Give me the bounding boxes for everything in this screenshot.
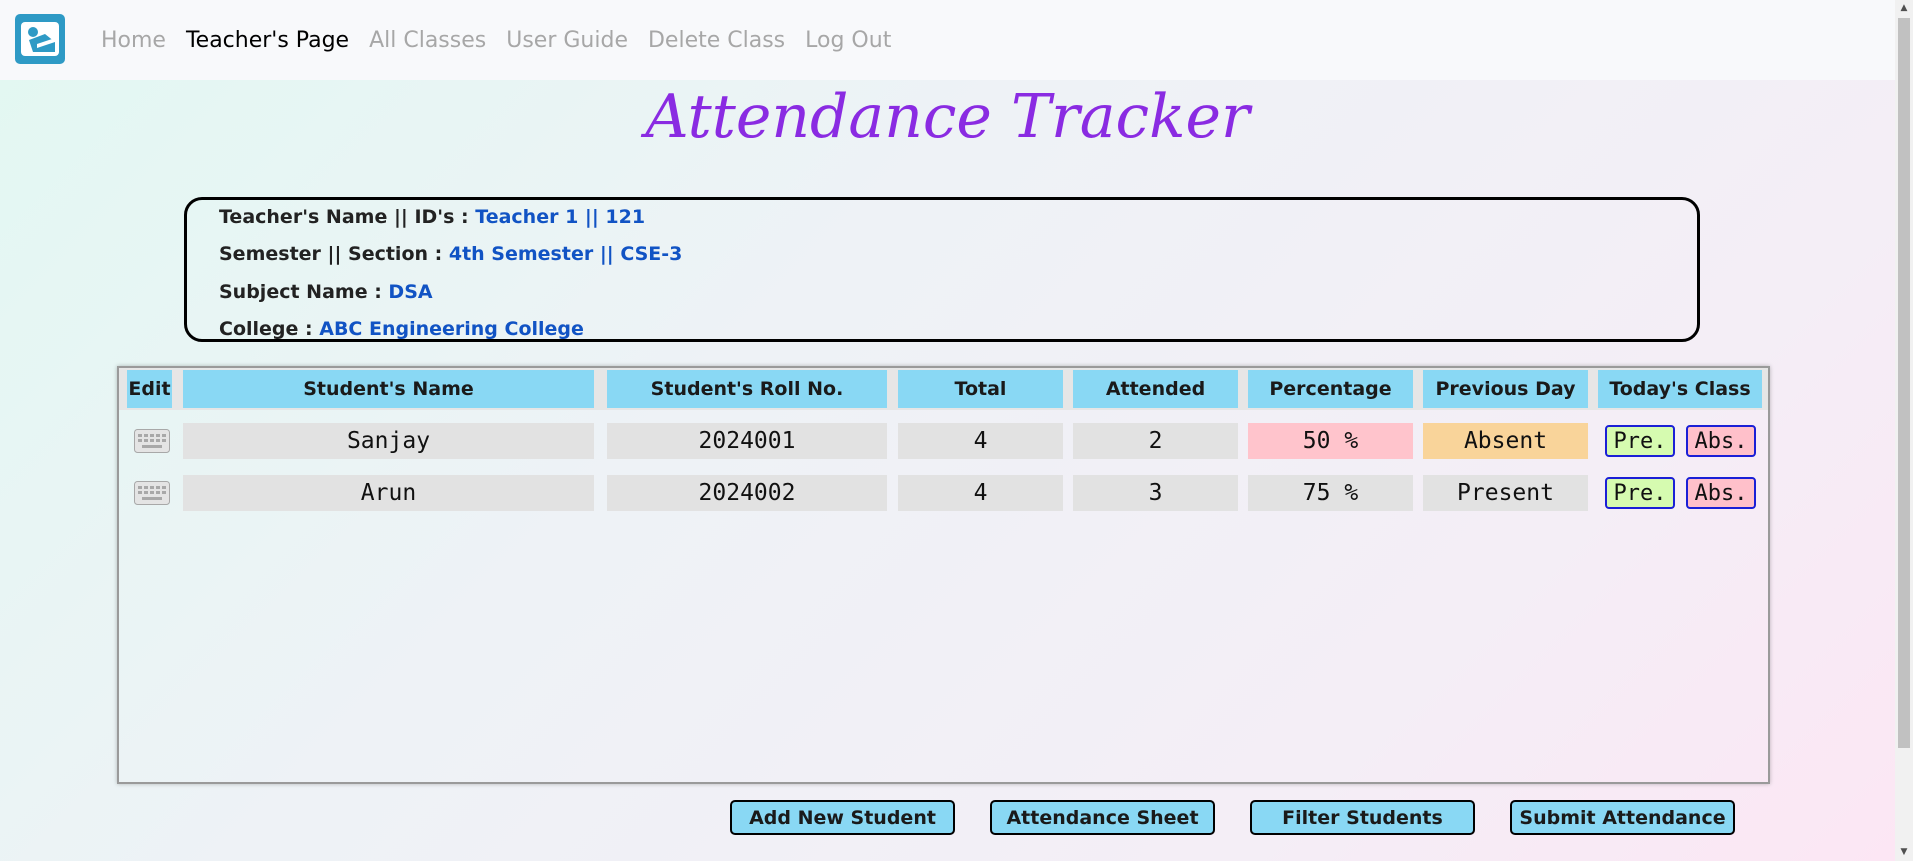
nav-all-classes[interactable]: All Classes: [369, 28, 486, 53]
mark-absent-button[interactable]: Abs.: [1686, 477, 1756, 509]
header-todays-class: Today's Class: [1598, 370, 1762, 408]
class-info-box: Teacher's Name || ID's : Teacher 1 || 12…: [184, 197, 1700, 342]
filter-students-button[interactable]: Filter Students: [1250, 800, 1475, 835]
keyboard-icon[interactable]: [134, 429, 170, 453]
percentage-cell: 75 %: [1248, 475, 1413, 511]
teacher-info: Teacher's Name || ID's : Teacher 1 || 12…: [219, 206, 645, 228]
mark-present-button[interactable]: Pre.: [1605, 477, 1675, 509]
nav-log-out[interactable]: Log Out: [805, 28, 891, 53]
attendance-table: Edit Student's Name Student's Roll No. T…: [117, 366, 1770, 784]
semester-value: 4th Semester || CSE-3: [448, 243, 683, 265]
header-percentage: Percentage: [1248, 370, 1413, 408]
attended-cell: 2: [1073, 423, 1238, 459]
page-title: Attendance Tracker: [645, 82, 1250, 152]
mark-absent-button[interactable]: Abs.: [1686, 425, 1756, 457]
nav-links: Home Teacher's Page All Classes User Gui…: [101, 0, 911, 80]
nav-delete-class[interactable]: Delete Class: [648, 28, 785, 53]
total-cell: 4: [898, 423, 1063, 459]
previous-day-cell: Absent: [1423, 423, 1588, 459]
table-header-row: Edit Student's Name Student's Roll No. T…: [119, 368, 1768, 410]
mark-present-button[interactable]: Pre.: [1605, 425, 1675, 457]
semester-label: Semester || Section :: [219, 243, 443, 265]
attended-cell: 3: [1073, 475, 1238, 511]
navbar: Home Teacher's Page All Classes User Gui…: [0, 0, 1895, 80]
nav-teachers-page[interactable]: Teacher's Page: [186, 28, 349, 53]
header-total: Total: [898, 370, 1063, 408]
student-name-cell: Arun: [183, 475, 594, 511]
scrollbar-thumb[interactable]: [1898, 18, 1910, 748]
header-student-name: Student's Name: [183, 370, 594, 408]
nav-user-guide[interactable]: User Guide: [506, 28, 628, 53]
college-label: College :: [219, 318, 313, 340]
header-roll-no: Student's Roll No.: [607, 370, 887, 408]
submit-attendance-button[interactable]: Submit Attendance: [1510, 800, 1735, 835]
person-reading-icon[interactable]: [15, 14, 65, 64]
vertical-scrollbar[interactable]: ▲ ▼: [1895, 0, 1913, 861]
teacher-label: Teacher's Name || ID's :: [219, 206, 469, 228]
scroll-down-arrow-icon[interactable]: ▼: [1895, 844, 1913, 861]
header-attended: Attended: [1073, 370, 1238, 408]
roll-no-cell: 2024002: [607, 475, 887, 511]
college-info: College : ABC Engineering College: [219, 318, 584, 340]
previous-day-cell: Present: [1423, 475, 1588, 511]
teacher-value: Teacher 1 || 121: [475, 206, 646, 228]
header-previous-day: Previous Day: [1423, 370, 1588, 408]
percentage-cell: 50 %: [1248, 423, 1413, 459]
add-new-student-button[interactable]: Add New Student: [730, 800, 955, 835]
roll-no-cell: 2024001: [607, 423, 887, 459]
subject-info: Subject Name : DSA: [219, 281, 433, 303]
student-name-cell: Sanjay: [183, 423, 594, 459]
semester-info: Semester || Section : 4th Semester || CS…: [219, 243, 682, 265]
header-edit: Edit: [127, 370, 172, 408]
total-cell: 4: [898, 475, 1063, 511]
college-value: ABC Engineering College: [319, 318, 584, 340]
nav-home[interactable]: Home: [101, 28, 166, 53]
keyboard-icon[interactable]: [134, 481, 170, 505]
subject-label: Subject Name :: [219, 281, 382, 303]
subject-value: DSA: [388, 281, 433, 303]
scroll-up-arrow-icon[interactable]: ▲: [1895, 0, 1913, 17]
attendance-sheet-button[interactable]: Attendance Sheet: [990, 800, 1215, 835]
